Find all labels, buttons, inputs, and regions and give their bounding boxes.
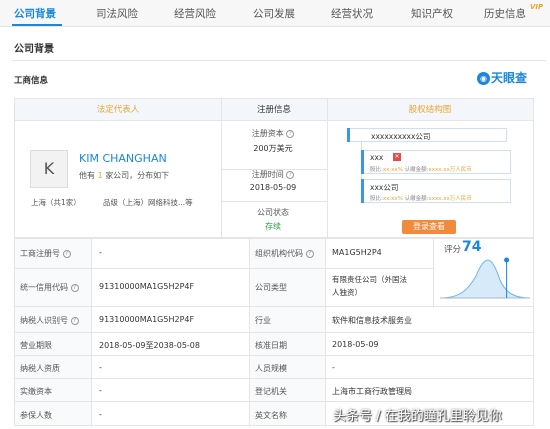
shareholder-detail: 股比:xx.xx% 认缴金额:xxxx.xx万人民币 (370, 167, 472, 173)
holdings-count[interactable]: 1 (98, 171, 103, 180)
eye-icon: ◉ (477, 72, 490, 85)
approval-date-value: 2018-05-09 (332, 340, 379, 349)
registry-label: 登记机关 (255, 387, 287, 396)
watermark: 头条号 / 在我的瞳孔里聆见你 (333, 409, 502, 424)
brand-logo-text: 天眼查 (491, 71, 528, 85)
shareholder-name: xxx (370, 153, 384, 162)
legal-rep-name[interactable]: KIM CHANGHAN (79, 152, 167, 165)
legal-rep-location: 上海（共1家） (31, 198, 81, 207)
insured-count-label: 参保人数 (20, 411, 52, 420)
status-label: 公司状态 (257, 208, 289, 217)
divider (221, 201, 327, 202)
section-title: 公司背景 (14, 44, 54, 55)
status-value: 存续 (265, 222, 281, 231)
accent-bar (361, 179, 364, 203)
tab-judicial-risk[interactable]: 司法风险 (96, 6, 138, 21)
divider (14, 355, 534, 356)
vip-badge: VIP (530, 3, 544, 11)
paid-capital-value: - (99, 386, 102, 395)
staff-size-value: - (332, 363, 335, 372)
tab-operating-status[interactable]: 经营状况 (331, 6, 373, 21)
tab-company-development[interactable]: 公司发展 (253, 6, 295, 21)
reg-number-value: - (99, 248, 102, 257)
company-type-label: 公司类型 (255, 283, 287, 292)
industry-value: 软件和信息技术服务业 (332, 316, 412, 325)
subsection-title: 工商信息 (14, 76, 49, 86)
divider (14, 306, 534, 307)
taxpayer-qual-label: 纳税人资质 (20, 364, 60, 373)
section-divider (12, 60, 546, 61)
login-to-view-button[interactable]: 登录查看 (402, 220, 456, 234)
shareholding-header: 股权结构图 (327, 99, 533, 121)
registry-value: 上海市工商行政管理局 (332, 387, 412, 396)
divider (433, 238, 434, 306)
company-type-value-cont: 人独资） (332, 288, 362, 297)
paid-capital-label: 实缴资本 (20, 387, 52, 396)
top-tab-bar: 公司背景 司法风险 经营风险 公司发展 经营状况 知识产权 历史信息 VIP (0, 0, 550, 27)
divider (327, 99, 328, 237)
insured-count-value: - (99, 410, 102, 419)
person-icon: ✕ (393, 153, 401, 161)
taxpayer-qual-value: - (99, 363, 102, 372)
tab-company-background[interactable]: 公司背景 (14, 6, 56, 21)
legal-rep-holdings: 他有 1 家公司，分布如下 (79, 170, 169, 181)
org-code-value: MA1G5H2P4 (332, 248, 382, 257)
registration-header: 注册信息 (221, 99, 327, 121)
holdings-prefix: 他有 (79, 171, 95, 180)
tab-history[interactable]: 历史信息 (484, 6, 526, 21)
help-icon[interactable]: ? (70, 283, 79, 292)
approval-date-label: 核准日期 (255, 341, 287, 350)
industry-label: 行业 (255, 316, 271, 325)
distribution-area (439, 259, 531, 299)
tab-business-risk[interactable]: 经营风险 (174, 6, 216, 21)
shareholder-detail: 股比:xx.xx% 认缴金额:xxxx.xx万人民币 (370, 196, 472, 202)
business-term-label: 营业期限 (20, 341, 52, 350)
active-tab-indicator (12, 24, 62, 26)
score-distribution-chart (439, 257, 531, 299)
help-icon[interactable]: ? (70, 316, 79, 325)
business-term-value: 2018-05-09至2038-05-08 (99, 341, 200, 350)
divider (221, 99, 222, 237)
divider (14, 401, 534, 402)
date-label: 注册时间 ? (234, 169, 312, 180)
reg-number-label: 工商注册号 ? (20, 248, 71, 259)
org-code-label: 组织机构代码 ? (255, 248, 314, 259)
help-icon[interactable]: ? (62, 249, 71, 258)
legal-rep-company[interactable]: 品级（上海）网络科技...等 (103, 197, 193, 208)
score-marker-dot (504, 257, 510, 263)
tab-intellectual-property[interactable]: 知识产权 (411, 6, 453, 21)
brand-logo[interactable]: ◉ 天眼查 (477, 69, 527, 86)
holdings-suffix: 家公司，分布如下 (105, 171, 170, 180)
score-value: 74 (462, 239, 482, 255)
shareholding-root: xxxxxxxxxx公司 (371, 132, 431, 141)
divider (14, 378, 534, 379)
legal-rep-header: 法定代表人 (15, 99, 221, 121)
accent-bar (361, 150, 364, 174)
credit-code-label: 统一信用代码 ? (20, 282, 79, 293)
staff-size-label: 人员规模 (255, 364, 287, 373)
help-icon[interactable]: ? (286, 170, 295, 179)
divider (14, 332, 534, 333)
capital-value: 200万美元 (253, 144, 293, 153)
company-type-value: 有限责任公司（外国法 (332, 275, 407, 284)
help-icon[interactable]: ? (305, 249, 314, 258)
help-icon[interactable]: ? (286, 129, 295, 138)
avatar: K (30, 150, 68, 188)
divider (14, 268, 434, 269)
taxpayer-id-value: 91310000MA1G5H2P4F (99, 315, 195, 324)
english-name-label: 英文名称 (255, 411, 287, 420)
accent-bar (347, 128, 350, 142)
credit-code-value: 91310000MA1G5H2P4F (99, 282, 195, 291)
shareholder-name: xxx公司 (370, 183, 399, 192)
capital-label: 注册资本 ? (234, 128, 312, 139)
taxpayer-id-label: 纳税人识别号 ? (20, 315, 79, 326)
date-value: 2018-05-09 (249, 183, 297, 192)
